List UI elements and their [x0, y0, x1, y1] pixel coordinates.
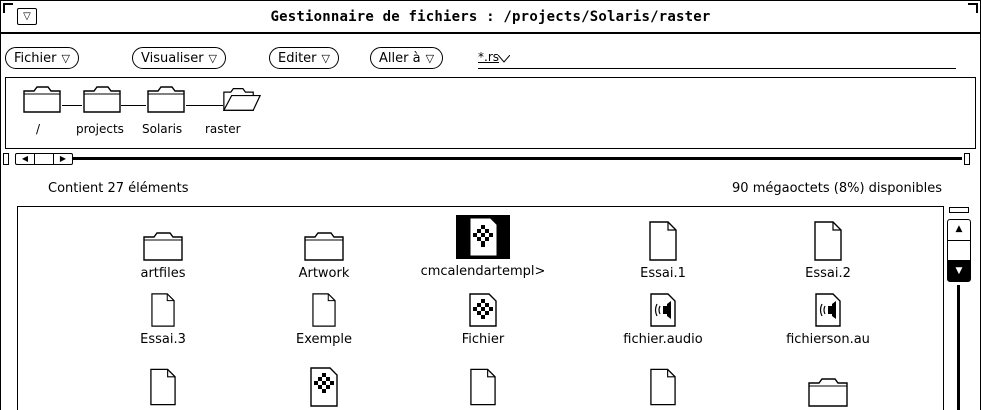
file-item-row3-1[interactable] [93, 367, 233, 407]
file-item-row3-4[interactable] [593, 367, 733, 407]
scrollbar-track[interactable] [957, 285, 960, 410]
scrollbar-elevator[interactable]: ◀ ▶ [15, 153, 73, 165]
file-manager-window: ▽ Gestionnaire de fichiers : /projects/S… [0, 0, 981, 410]
folder-icon [23, 86, 61, 113]
file-item-cmcalendartempl[interactable]: cmcalendartempl> [413, 215, 553, 279]
scrollbar-elevator[interactable]: ▲ ▼ [947, 219, 971, 282]
scrollbar-track[interactable] [73, 157, 962, 160]
file-item-essai-2[interactable]: Essai.2 [758, 219, 898, 281]
filter-value: *.rs [478, 50, 499, 64]
triangle-down-icon: ▽ [208, 51, 218, 65]
menu-label: Aller à [379, 50, 421, 66]
document-icon [650, 368, 676, 406]
menu-aller-a-button[interactable]: Aller à ▽ [370, 47, 444, 69]
menu-label: Editer [278, 50, 317, 66]
file-item-fichier-audio[interactable]: fichier.audio [593, 291, 733, 347]
app-document-icon [310, 367, 338, 407]
path-pane: / projects Solaris raster [5, 77, 976, 149]
triangle-down-icon: ▽ [61, 51, 70, 65]
app-document-icon [456, 215, 510, 259]
text-caret-icon [498, 55, 510, 63]
folder-icon [304, 232, 344, 261]
file-item-artfiles[interactable]: artfiles [93, 219, 233, 281]
scroll-right-arrow-icon[interactable]: ▶ [54, 154, 72, 164]
document-icon [649, 221, 677, 261]
scrollbar-cable-anchor[interactable] [3, 153, 9, 165]
scroll-drag-area[interactable] [35, 154, 54, 164]
file-pane[interactable]: artfiles Artwork cmcalendartempl> Essai.… [17, 206, 944, 410]
scroll-down-arrow-icon[interactable]: ▼ [948, 261, 970, 282]
item-count-text: Contient 27 éléments [48, 181, 189, 196]
file-label: cmcalendartempl> [420, 264, 546, 279]
scrollbar-cable-anchor[interactable] [964, 153, 970, 165]
audio-file-icon [650, 293, 676, 327]
file-pane-vertical-scrollbar[interactable]: ▲ ▼ [947, 207, 971, 410]
file-label: Essai.3 [140, 332, 186, 347]
file-item-fichierson-au[interactable]: fichierson.au [758, 291, 898, 347]
triangle-down-icon: ▽ [321, 51, 330, 65]
folder-icon [808, 378, 848, 407]
path-label: raster [205, 122, 241, 136]
file-item-row3-5[interactable] [758, 367, 898, 407]
audio-file-icon [815, 293, 841, 327]
document-icon [814, 221, 842, 261]
menu-label: Fichier [14, 50, 57, 66]
file-label: Essai.2 [805, 266, 851, 281]
scroll-up-arrow-icon[interactable]: ▲ [948, 220, 970, 241]
file-label: Fichier [461, 332, 505, 347]
path-label: projects [76, 122, 124, 136]
scroll-drag-area[interactable] [948, 241, 970, 262]
file-label: artfiles [140, 266, 186, 281]
path-connector [62, 105, 82, 106]
folder-icon [143, 232, 183, 261]
file-label: Essai.1 [640, 266, 686, 281]
menu-editer-button[interactable]: Editer ▽ [269, 47, 339, 69]
menu-visualiser-button[interactable]: Visualiser ▽ [132, 47, 227, 69]
menu-label: Visualiser [141, 50, 204, 66]
file-item-artwork[interactable]: Artwork [254, 219, 394, 281]
document-icon [470, 368, 496, 406]
file-label: Exemple [295, 332, 353, 347]
folder-icon [83, 86, 121, 113]
scrollbar-cable-anchor[interactable] [949, 207, 969, 213]
app-document-icon [469, 293, 497, 327]
document-icon [150, 368, 176, 406]
path-label: Solaris [142, 122, 183, 136]
path-connector [186, 105, 223, 106]
file-label: Artwork [298, 266, 350, 281]
title-bar[interactable]: ▽ Gestionnaire de fichiers : /projects/S… [1, 1, 980, 34]
menu-fichier-button[interactable]: Fichier ▽ [5, 47, 79, 69]
scroll-left-arrow-icon[interactable]: ◀ [16, 154, 35, 164]
file-item-fichier[interactable]: Fichier [413, 291, 553, 347]
file-item-row3-3[interactable] [413, 367, 553, 407]
path-connector [121, 105, 146, 106]
path-label: / [36, 122, 41, 136]
file-item-essai-1[interactable]: Essai.1 [593, 219, 733, 281]
document-icon [312, 293, 336, 327]
window-title: Gestionnaire de fichiers : /projects/Sol… [270, 9, 711, 25]
file-item-row3-2[interactable] [254, 367, 394, 407]
file-label: fichierson.au [786, 332, 870, 347]
file-label: fichier.audio [623, 332, 703, 347]
filter-input[interactable]: *.rs [478, 47, 956, 69]
open-folder-icon [223, 88, 261, 111]
free-space-text: 90 mégaoctets (8%) disponibles [732, 181, 942, 196]
document-icon [151, 293, 175, 327]
menu-bar: Fichier ▽ Visualiser ▽ Editer ▽ Aller à … [1, 39, 980, 69]
folder-icon [147, 86, 185, 113]
file-item-essai-3[interactable]: Essai.3 [93, 291, 233, 347]
path-horizontal-scrollbar[interactable]: ◀ ▶ [3, 153, 970, 165]
file-item-exemple[interactable]: Exemple [254, 291, 394, 347]
triangle-down-icon: ▽ [425, 51, 435, 65]
